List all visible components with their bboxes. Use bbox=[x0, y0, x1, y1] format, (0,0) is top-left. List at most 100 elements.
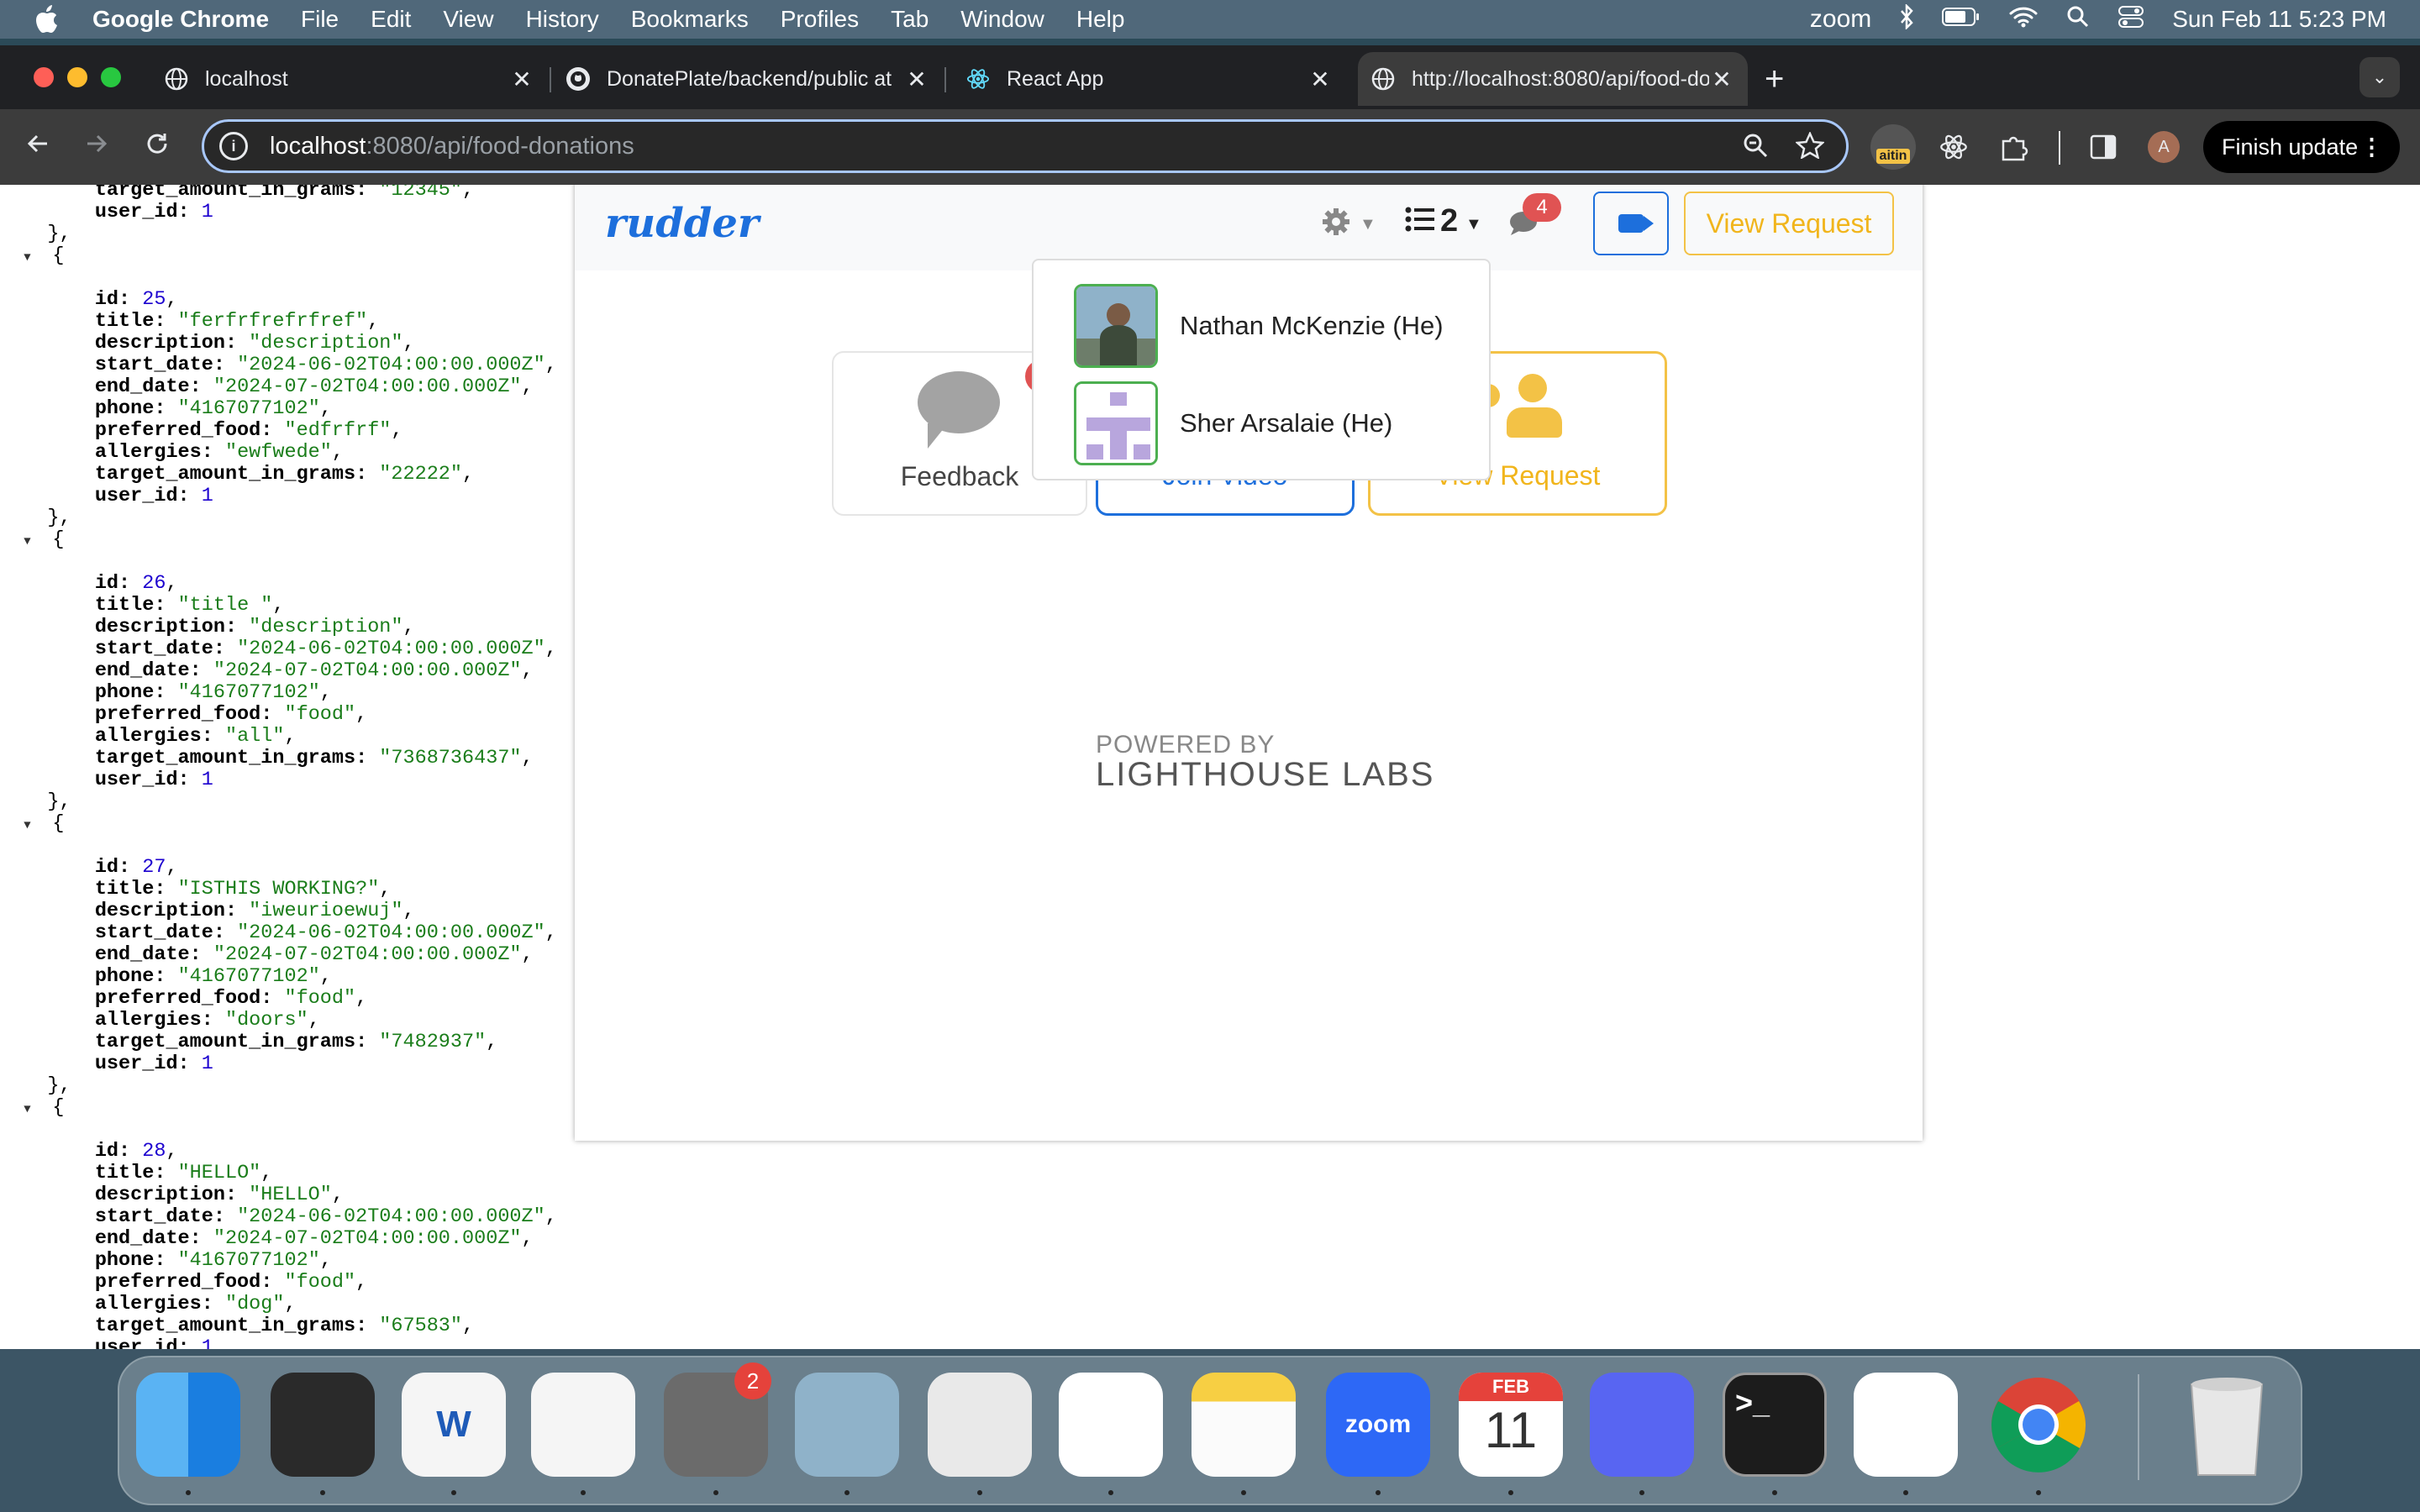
json-key: target_amount_in_grams: bbox=[94, 185, 368, 202]
menu-profiles[interactable]: Profiles bbox=[781, 6, 859, 33]
running-app-indicator bbox=[2036, 1490, 2041, 1495]
more-menu-icon[interactable]: ⋮ bbox=[2360, 134, 2383, 160]
close-tab-icon[interactable]: ✕ bbox=[509, 66, 534, 93]
rudder-logo[interactable]: rudder bbox=[605, 200, 759, 247]
menu-window[interactable]: Window bbox=[960, 6, 1044, 33]
json-close-brace: }, bbox=[0, 790, 71, 813]
gear-icon[interactable] bbox=[1321, 207, 1351, 245]
menu-help[interactable]: Help bbox=[1076, 6, 1125, 33]
finish-update-button[interactable]: Finish update ⋮ bbox=[2203, 121, 2400, 173]
profile-avatar[interactable]: A bbox=[2148, 131, 2180, 163]
site-info-icon[interactable]: i bbox=[219, 132, 248, 160]
running-app-indicator bbox=[844, 1490, 850, 1495]
vscode-icon[interactable] bbox=[1854, 1373, 1958, 1477]
github-icon bbox=[566, 67, 590, 91]
forward-arrow-icon[interactable] bbox=[76, 126, 118, 168]
json-blank-line bbox=[0, 835, 557, 857]
json-key: target_amount_in_grams: bbox=[94, 1031, 368, 1053]
view-request-nav-button[interactable]: View Request bbox=[1684, 192, 1894, 255]
participants-list-icon[interactable] bbox=[1405, 205, 1435, 241]
menu-tab[interactable]: Tab bbox=[891, 6, 929, 33]
notes-icon[interactable] bbox=[1192, 1373, 1296, 1477]
menu-app-name[interactable]: Google Chrome bbox=[92, 6, 269, 33]
json-line: end_date: "2024-07-02T04:00:00.000Z", bbox=[94, 1227, 534, 1250]
quicktime-icon[interactable] bbox=[271, 1373, 375, 1477]
json-record-toggle: ▼ { bbox=[24, 1096, 65, 1121]
bluetooth-icon[interactable] bbox=[1900, 3, 1913, 35]
extension-aitin-icon[interactable]: aitin bbox=[1870, 124, 1916, 170]
menu-edit[interactable]: Edit bbox=[371, 6, 411, 33]
collapse-triangle-icon[interactable]: ▼ bbox=[24, 531, 40, 553]
calendar-month: FEB bbox=[1459, 1373, 1563, 1401]
menu-file[interactable]: File bbox=[301, 6, 339, 33]
json-value: "2024-06-02T04:00:00.000Z" bbox=[237, 638, 545, 660]
zoom-status-label[interactable]: zoom bbox=[1810, 5, 1871, 34]
chevron-down-icon[interactable]: ▼ bbox=[1360, 215, 1376, 234]
wifi-icon[interactable] bbox=[2009, 6, 2038, 34]
bookmark-star-icon[interactable] bbox=[1794, 130, 1826, 165]
lighthouse-labs-text: LIGHTHOUSE LABS bbox=[1096, 756, 1435, 793]
apple-menu-icon[interactable] bbox=[34, 5, 62, 34]
json-viewer: target_amount_in_grams: "12345", user_id… bbox=[0, 185, 557, 1349]
participants-count[interactable]: 2 bbox=[1440, 203, 1458, 239]
tab-localhost[interactable]: localhost ✕ bbox=[165, 52, 534, 106]
back-arrow-icon[interactable] bbox=[17, 126, 59, 168]
safari-icon[interactable] bbox=[531, 1373, 635, 1477]
json-blank-line bbox=[0, 551, 557, 573]
json-record-toggle: ▼ { bbox=[24, 528, 65, 553]
menu-history[interactable]: History bbox=[526, 6, 599, 33]
participant-item[interactable]: Sher Arsalaie (He) bbox=[1074, 380, 1477, 467]
zoom-icon[interactable]: zoom bbox=[1326, 1373, 1430, 1477]
reload-icon[interactable] bbox=[136, 126, 178, 168]
close-tab-icon[interactable]: ✕ bbox=[1307, 66, 1333, 93]
json-value: "12345" bbox=[379, 185, 463, 202]
chrome-icon[interactable] bbox=[1986, 1373, 2091, 1477]
calendar-icon[interactable]: FEB 11 bbox=[1459, 1373, 1563, 1477]
json-key: end_date: bbox=[94, 943, 202, 966]
json-line: title: "ferfrfrefrfref", bbox=[94, 310, 380, 333]
trash-icon[interactable] bbox=[2175, 1373, 2279, 1477]
menu-view[interactable]: View bbox=[443, 6, 493, 33]
battery-icon[interactable] bbox=[1942, 6, 1981, 33]
json-value: "7482937" bbox=[379, 1031, 487, 1053]
rudder-navbar: rudder ▼ 2 ▼ 4 View Request bbox=[575, 185, 1923, 270]
freeform-icon[interactable] bbox=[1059, 1373, 1163, 1477]
collapse-triangle-icon[interactable]: ▼ bbox=[24, 1099, 40, 1121]
new-tab-icon[interactable]: + bbox=[1765, 62, 1784, 96]
menubar-clock[interactable]: Sun Feb 11 5:23 PM bbox=[2172, 6, 2386, 33]
zoom-magnifier-icon[interactable] bbox=[1742, 132, 1769, 165]
close-tab-icon[interactable]: ✕ bbox=[904, 66, 929, 93]
preview-icon[interactable] bbox=[795, 1373, 899, 1477]
chevron-down-icon[interactable]: ▼ bbox=[1465, 215, 1482, 234]
json-line: preferred_food: "food", bbox=[94, 987, 368, 1010]
extensions-puzzle-icon[interactable] bbox=[1995, 128, 2033, 166]
menu-bookmarks[interactable]: Bookmarks bbox=[631, 6, 749, 33]
json-line: end_date: "2024-07-02T04:00:00.000Z", bbox=[94, 943, 534, 966]
tab-react-app[interactable]: React App ✕ bbox=[966, 52, 1333, 106]
control-center-icon[interactable] bbox=[2118, 5, 2144, 34]
finish-update-label: Finish update bbox=[2222, 134, 2359, 160]
finder-icon[interactable] bbox=[136, 1373, 240, 1477]
collapse-triangle-icon[interactable]: ▼ bbox=[24, 247, 40, 269]
toolbar-divider bbox=[2059, 131, 2060, 165]
spotlight-search-icon[interactable] bbox=[2066, 5, 2090, 34]
react-devtools-icon[interactable] bbox=[1934, 128, 1973, 166]
collapse-triangle-icon[interactable]: ▼ bbox=[24, 815, 40, 837]
close-tab-icon[interactable]: ✕ bbox=[1709, 66, 1734, 93]
discord-icon[interactable] bbox=[1590, 1373, 1694, 1477]
word-icon[interactable]: W bbox=[402, 1373, 506, 1477]
json-key: start_date: bbox=[94, 1205, 225, 1228]
participant-item[interactable]: Nathan McKenzie (He) bbox=[1074, 282, 1477, 370]
tab-food-donations-api[interactable]: http://localhost:8080/api/food-donations… bbox=[1358, 52, 1748, 106]
json-line: title: "HELLO", bbox=[94, 1162, 273, 1184]
minimize-window-button[interactable] bbox=[67, 67, 87, 87]
tab-search-chevron-icon[interactable]: ⌄ bbox=[2360, 57, 2400, 97]
zoom-window-button[interactable] bbox=[101, 67, 121, 87]
tab-github[interactable]: DonatePlate/backend/public at ✕ bbox=[566, 52, 929, 106]
close-window-button[interactable] bbox=[34, 67, 54, 87]
terminal-icon[interactable]: >_ bbox=[1723, 1373, 1827, 1477]
side-panel-icon[interactable] bbox=[2084, 128, 2123, 166]
video-camera-button[interactable] bbox=[1593, 192, 1669, 255]
launchpad-icon[interactable] bbox=[928, 1373, 1032, 1477]
address-bar[interactable]: i localhost:8080/api/food-donations bbox=[202, 119, 1849, 173]
